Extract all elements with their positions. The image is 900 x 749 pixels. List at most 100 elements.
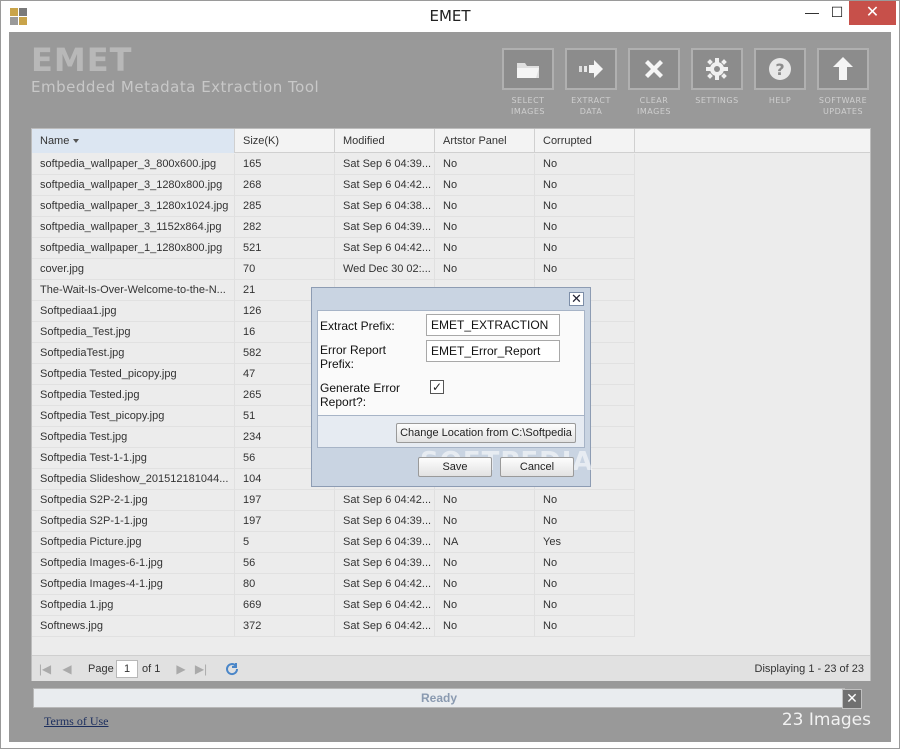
clear-images-button[interactable]: CLEAR IMAGES bbox=[626, 48, 682, 117]
cell-artstor: No bbox=[435, 511, 535, 532]
svg-text:?: ? bbox=[775, 60, 784, 79]
cell-modified: Sat Sep 6 04:42... bbox=[335, 175, 435, 196]
refresh-icon[interactable] bbox=[224, 661, 240, 677]
extract-data-button[interactable]: EXTRACT DATA bbox=[563, 48, 619, 117]
cell-name: Softpedia Images-6-1.jpg bbox=[32, 553, 235, 574]
clear-images-label-1: CLEAR bbox=[639, 96, 669, 105]
cell-artstor: No bbox=[435, 154, 535, 175]
cell-size: 268 bbox=[235, 175, 335, 196]
maximize-button[interactable]: ☐ bbox=[823, 1, 851, 23]
cell-size: 80 bbox=[235, 574, 335, 595]
cell-name: Softpedia Slideshow_201512181044... bbox=[32, 469, 235, 490]
cell-name: softpedia_wallpaper_3_1152x864.jpg bbox=[32, 217, 235, 238]
cell-corrupted: No bbox=[535, 574, 635, 595]
cell-size: 197 bbox=[235, 511, 335, 532]
cell-modified: Sat Sep 6 04:39... bbox=[335, 532, 435, 553]
cell-artstor: No bbox=[435, 553, 535, 574]
table-row[interactable]: Softpedia Picture.jpg 5 Sat Sep 6 04:39...… bbox=[32, 532, 635, 553]
cell-name: Softpedia Tested_picopy.jpg bbox=[32, 364, 235, 385]
next-page-icon[interactable]: ▶ bbox=[174, 662, 188, 676]
cell-artstor: No bbox=[435, 490, 535, 511]
cell-artstor: No bbox=[435, 616, 535, 637]
help-button[interactable]: ? HELP bbox=[752, 48, 808, 106]
status-close-button[interactable]: ✕ bbox=[842, 689, 862, 709]
cell-size: 197 bbox=[235, 490, 335, 511]
cell-name: softpedia_wallpaper_3_800x600.jpg bbox=[32, 154, 235, 175]
save-button[interactable]: Save bbox=[418, 457, 492, 477]
table-row[interactable]: cover.jpg 70 Wed Dec 30 02:... No No bbox=[32, 259, 635, 280]
table-row[interactable]: Softpedia S2P-1-1.jpg 197 Sat Sep 6 04:39.… bbox=[32, 511, 635, 532]
gear-icon bbox=[691, 48, 743, 90]
column-header-name-label: Name bbox=[40, 135, 70, 147]
error-report-prefix-input[interactable]: EMET_Error_Report bbox=[426, 340, 560, 362]
displaying-count: Displaying 1 - 23 of 23 bbox=[754, 663, 864, 675]
page-label: Page bbox=[88, 663, 114, 675]
cell-size: 282 bbox=[235, 217, 335, 238]
cell-artstor: No bbox=[435, 217, 535, 238]
close-x-icon bbox=[628, 48, 680, 90]
table-row[interactable]: softpedia_wallpaper_3_1280x1024.jpg 285 Sa… bbox=[32, 196, 635, 217]
page-number-input[interactable]: 1 bbox=[116, 660, 138, 678]
cell-name: Softpediaa1.jpg bbox=[32, 301, 235, 322]
column-header-size[interactable]: Size(K) bbox=[235, 129, 335, 153]
settings-dialog: ✕ Extract Prefix: EMET_EXTRACTION Error … bbox=[311, 287, 593, 487]
change-location-button[interactable]: Change Location from C:\Softpedia bbox=[396, 423, 576, 443]
terms-of-use-link[interactable]: Terms of Use bbox=[44, 714, 108, 729]
cell-size: 285 bbox=[235, 196, 335, 217]
app-window: EMET — ☐ ✕ EMET Embedded Metadata Extrac… bbox=[0, 0, 900, 749]
table-row[interactable]: softpedia_wallpaper_3_800x600.jpg 165 Sat … bbox=[32, 154, 635, 175]
cell-size: 56 bbox=[235, 553, 335, 574]
cell-name: Softpedia Test_picopy.jpg bbox=[32, 406, 235, 427]
close-window-button[interactable]: ✕ bbox=[849, 1, 896, 25]
cell-corrupted: No bbox=[535, 259, 635, 280]
table-row[interactable]: Softpedia S2P-2-1.jpg 197 Sat Sep 6 04:42.… bbox=[32, 490, 635, 511]
table-row[interactable]: softpedia_wallpaper_1_1280x800.jpg 521 Sat… bbox=[32, 238, 635, 259]
first-page-icon[interactable]: |◀ bbox=[38, 662, 52, 676]
cell-artstor: No bbox=[435, 574, 535, 595]
cell-name: Softpedia 1.jpg bbox=[32, 595, 235, 616]
table-row[interactable]: Softpedia Images-4-1.jpg 80 Sat Sep 6 04:4… bbox=[32, 574, 635, 595]
cell-name: Softpedia Picture.jpg bbox=[32, 532, 235, 553]
page-of-label: of 1 bbox=[142, 663, 161, 675]
table-row[interactable]: Softpedia 1.jpg 669 Sat Sep 6 04:42... No No bbox=[32, 595, 635, 616]
cell-modified: Sat Sep 6 04:42... bbox=[335, 595, 435, 616]
column-header-artstor[interactable]: Artstor Panel bbox=[435, 129, 535, 153]
cell-corrupted: No bbox=[535, 511, 635, 532]
minimize-button[interactable]: — bbox=[798, 1, 826, 23]
cell-name: Softpedia S2P-2-1.jpg bbox=[32, 490, 235, 511]
table-row[interactable]: softpedia_wallpaper_3_1152x864.jpg 282 Sat… bbox=[32, 217, 635, 238]
table-row[interactable]: Softpedia Images-6-1.jpg 56 Sat Sep 6 04:3… bbox=[32, 553, 635, 574]
generate-error-report-label: Generate Error Report?: bbox=[320, 381, 400, 409]
prev-page-icon[interactable]: ◀ bbox=[60, 662, 74, 676]
generate-error-report-checkbox[interactable]: ✓ bbox=[430, 380, 444, 394]
software-updates-label-2: UPDATES bbox=[822, 107, 864, 116]
column-header-corrupted[interactable]: Corrupted bbox=[535, 129, 635, 153]
cell-modified: Sat Sep 6 04:42... bbox=[335, 238, 435, 259]
title-bar[interactable]: EMET — ☐ ✕ bbox=[1, 1, 899, 32]
column-header-modified[interactable]: Modified bbox=[335, 129, 435, 153]
dialog-close-button[interactable]: ✕ bbox=[569, 292, 584, 306]
software-updates-button[interactable]: SOFTWARE UPDATES bbox=[815, 48, 871, 117]
last-page-icon[interactable]: ▶| bbox=[194, 662, 208, 676]
cell-artstor: No bbox=[435, 196, 535, 217]
cancel-button[interactable]: Cancel bbox=[500, 457, 574, 477]
cell-modified: Sat Sep 6 04:42... bbox=[335, 490, 435, 511]
cell-artstor: No bbox=[435, 238, 535, 259]
cell-name: Softpedia_Test.jpg bbox=[32, 322, 235, 343]
cell-name: Softpedia Test.jpg bbox=[32, 427, 235, 448]
table-row[interactable]: Softnews.jpg 372 Sat Sep 6 04:42... No No bbox=[32, 616, 635, 637]
table-row[interactable]: softpedia_wallpaper_3_1280x800.jpg 268 Sat… bbox=[32, 175, 635, 196]
cell-name: Softpedia S2P-1-1.jpg bbox=[32, 511, 235, 532]
cell-name: softpedia_wallpaper_1_1280x800.jpg bbox=[32, 238, 235, 259]
select-images-button[interactable]: SELECT IMAGES bbox=[500, 48, 556, 117]
extract-data-label-2: DATA bbox=[579, 107, 603, 116]
settings-button[interactable]: SETTINGS bbox=[689, 48, 745, 106]
extract-prefix-input[interactable]: EMET_EXTRACTION bbox=[426, 314, 560, 336]
column-header-name[interactable]: Name bbox=[32, 129, 235, 153]
brand: EMET Embedded Metadata Extraction Tool bbox=[31, 44, 319, 96]
cell-corrupted: No bbox=[535, 616, 635, 637]
sort-down-icon bbox=[73, 139, 80, 144]
cell-corrupted: No bbox=[535, 238, 635, 259]
window-title: EMET bbox=[429, 7, 471, 25]
cell-modified: Sat Sep 6 04:38... bbox=[335, 196, 435, 217]
